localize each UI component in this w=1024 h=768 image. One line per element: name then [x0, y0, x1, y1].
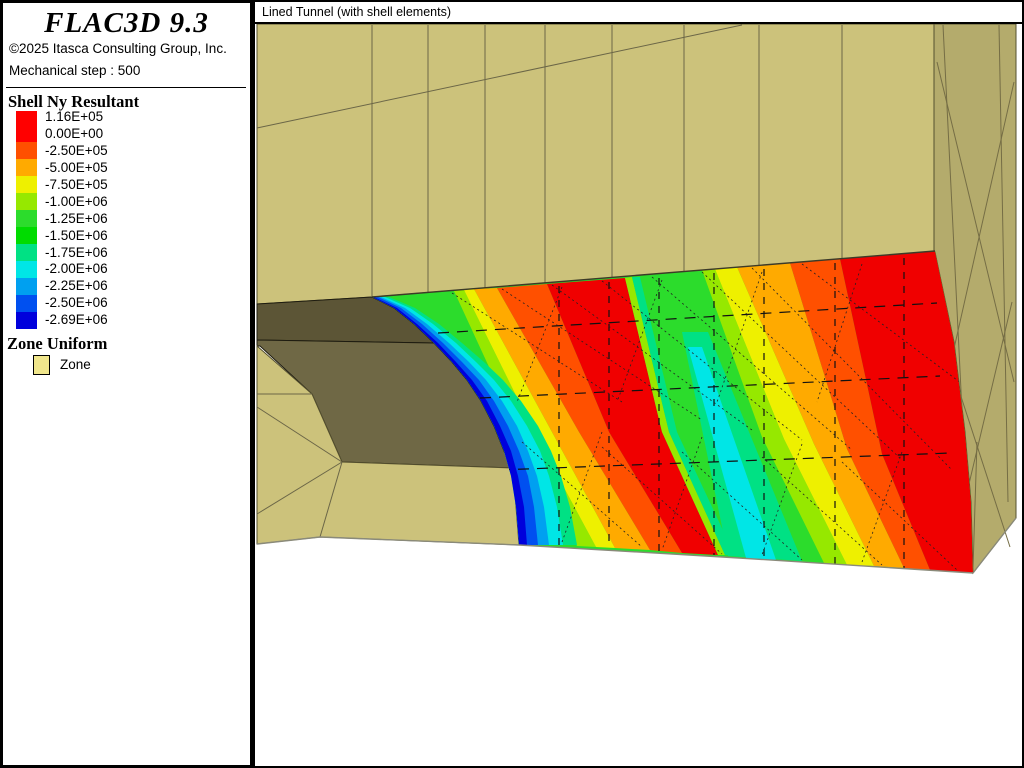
shell-legend-value: 0.00E+00	[45, 126, 108, 143]
shell-legend-value: -2.50E+06	[45, 295, 108, 312]
viewport-3d-render[interactable]	[255, 24, 1022, 766]
shell-legend-color-block	[16, 142, 37, 159]
shell-legend-color-block	[16, 176, 37, 193]
shell-legend-color-block	[16, 312, 37, 329]
shell-legend-value: -2.25E+06	[45, 278, 108, 295]
shell-legend-value: -5.00E+05	[45, 160, 108, 177]
shell-legend-color-block	[16, 210, 37, 227]
shell-legend-color-block	[16, 159, 37, 176]
shell-legend-color-block	[16, 244, 37, 261]
shell-legend-value: -1.25E+06	[45, 211, 108, 228]
app-title: FLAC3D 9.3	[3, 7, 250, 40]
shell-legend-color-block	[16, 111, 37, 142]
shell-legend-color-block	[16, 278, 37, 295]
shell-legend-color-block	[16, 295, 37, 312]
shell-legend-value: 1.16E+05	[45, 109, 108, 126]
shell-legend-value: -2.00E+06	[45, 261, 108, 278]
copyright-text: ©2025 Itasca Consulting Group, Inc.	[9, 41, 227, 56]
legend-separator	[6, 87, 246, 88]
shell-legend-value: -1.00E+06	[45, 194, 108, 211]
zone-legend-title: Zone Uniform	[7, 334, 107, 354]
shell-legend-value: -2.50E+05	[45, 143, 108, 160]
legend-panel: FLAC3D 9.3 ©2025 Itasca Consulting Group…	[0, 0, 253, 768]
shell-legend-color-block	[16, 261, 37, 278]
shell-legend-values: 1.16E+050.00E+00-2.50E+05-5.00E+05-7.50E…	[45, 109, 108, 329]
flac3d-app-window: { "sidebar": { "app_title": "FLAC3D 9.3"…	[0, 0, 1024, 768]
shell-legend-value: -1.75E+06	[45, 245, 108, 262]
shell-legend-value: -7.50E+05	[45, 177, 108, 194]
zone-color-swatch	[33, 355, 50, 375]
shell-legend-colorbar	[16, 111, 37, 329]
view-title: Lined Tunnel (with shell elements)	[262, 5, 451, 19]
shell-legend-value: -2.69E+06	[45, 312, 108, 329]
shell-legend-value: -1.50E+06	[45, 228, 108, 245]
mechanical-step-label: Mechanical step : 500	[9, 63, 140, 78]
shell-legend-color-block	[16, 193, 37, 210]
zone-label: Zone	[60, 357, 91, 372]
render-view: Lined Tunnel (with shell elements)	[253, 0, 1024, 768]
view-titlebar: Lined Tunnel (with shell elements)	[255, 2, 1022, 24]
shell-legend-color-block	[16, 227, 37, 244]
